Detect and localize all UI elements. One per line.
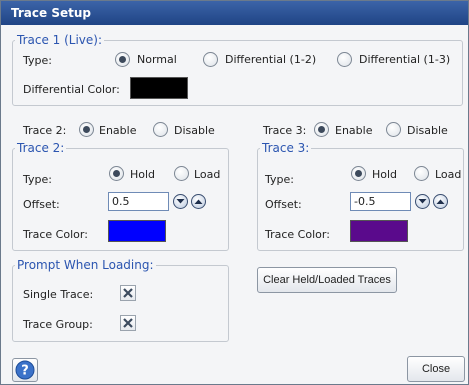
trace3-disable-label[interactable]: Disable xyxy=(407,124,448,137)
trace3-offset-input[interactable]: -0.5 xyxy=(350,192,411,211)
trace2-offset-label: Offset: xyxy=(23,198,60,211)
chevron-down-icon xyxy=(418,199,427,204)
trace2-enable-label[interactable]: Enable xyxy=(99,124,136,137)
single-trace-checkbox[interactable] xyxy=(120,285,136,301)
trace2-color-swatch[interactable] xyxy=(108,220,166,242)
trace2-legend: Trace 2: xyxy=(17,141,65,155)
trace1-normal-radio[interactable] xyxy=(115,52,130,67)
trace1-diff12-radio[interactable] xyxy=(203,52,218,67)
svg-text:?: ? xyxy=(21,364,29,379)
trace2-disable-label[interactable]: Disable xyxy=(174,124,215,137)
trace3-color-swatch[interactable] xyxy=(350,220,408,242)
trace1-type-label: Type: xyxy=(23,54,52,67)
chevron-up-icon xyxy=(436,199,445,204)
title-bar: Trace Setup xyxy=(1,1,468,25)
trace3-disable-radio[interactable] xyxy=(386,122,401,137)
trace2-hold-label[interactable]: Hold xyxy=(130,168,155,181)
trace3-type-label: Type: xyxy=(265,173,294,186)
trace1-diff12-label[interactable]: Differential (1-2) xyxy=(225,53,316,66)
trace3-offset-increment-button[interactable] xyxy=(433,194,448,209)
x-mark-icon xyxy=(123,288,133,298)
chevron-down-icon xyxy=(176,199,185,204)
trace3-legend: Trace 3: xyxy=(262,141,310,155)
trace2-offset-decrement-button[interactable] xyxy=(173,194,188,209)
trace3-load-label[interactable]: Load xyxy=(435,168,461,181)
trace3-offset-decrement-button[interactable] xyxy=(415,194,430,209)
clear-held-loaded-traces-button[interactable]: Clear Held/Loaded Traces xyxy=(257,267,397,293)
trace2-load-label[interactable]: Load xyxy=(194,168,220,181)
help-icon: ? xyxy=(15,360,35,380)
close-button[interactable]: Close xyxy=(407,356,465,382)
chevron-up-icon xyxy=(194,199,203,204)
trace3-offset-label: Offset: xyxy=(265,198,302,211)
help-button[interactable]: ? xyxy=(12,358,38,382)
trace2-enable-radio[interactable] xyxy=(79,122,94,137)
trace2-hold-radio[interactable] xyxy=(109,166,124,181)
trace2-color-label: Trace Color: xyxy=(23,228,88,241)
trace2-disable-radio[interactable] xyxy=(153,122,168,137)
trace2-type-label: Type: xyxy=(23,173,52,186)
trace1-diff13-radio[interactable] xyxy=(337,52,352,67)
trace3-toggle-label: Trace 3: xyxy=(263,124,307,137)
window-title: Trace Setup xyxy=(11,6,91,20)
trace2-load-radio[interactable] xyxy=(174,166,189,181)
trace-group-checkbox[interactable] xyxy=(120,315,136,331)
single-trace-label: Single Trace: xyxy=(23,288,94,301)
trace2-offset-input[interactable]: 0.5 xyxy=(108,192,169,211)
trace1-diff13-label[interactable]: Differential (1-3) xyxy=(359,53,450,66)
trace3-enable-label[interactable]: Enable xyxy=(335,124,372,137)
trace-group-label: Trace Group: xyxy=(23,318,93,331)
differential-color-label: Differential Color: xyxy=(23,83,120,96)
trace3-hold-radio[interactable] xyxy=(351,166,366,181)
trace2-toggle-label: Trace 2: xyxy=(23,124,67,137)
trace3-load-radio[interactable] xyxy=(414,166,429,181)
prompt-legend: Prompt When Loading: xyxy=(17,258,154,272)
trace3-hold-label[interactable]: Hold xyxy=(372,168,397,181)
trace3-color-label: Trace Color: xyxy=(265,228,330,241)
differential-color-swatch[interactable] xyxy=(130,77,188,99)
trace-setup-dialog: Trace Setup Trace 1 (Live): Type: Normal… xyxy=(0,0,469,385)
trace2-offset-increment-button[interactable] xyxy=(191,194,206,209)
trace1-legend: Trace 1 (Live): xyxy=(17,33,103,47)
x-mark-icon xyxy=(123,318,133,328)
trace3-enable-radio[interactable] xyxy=(314,122,329,137)
trace1-normal-label[interactable]: Normal xyxy=(137,53,177,66)
